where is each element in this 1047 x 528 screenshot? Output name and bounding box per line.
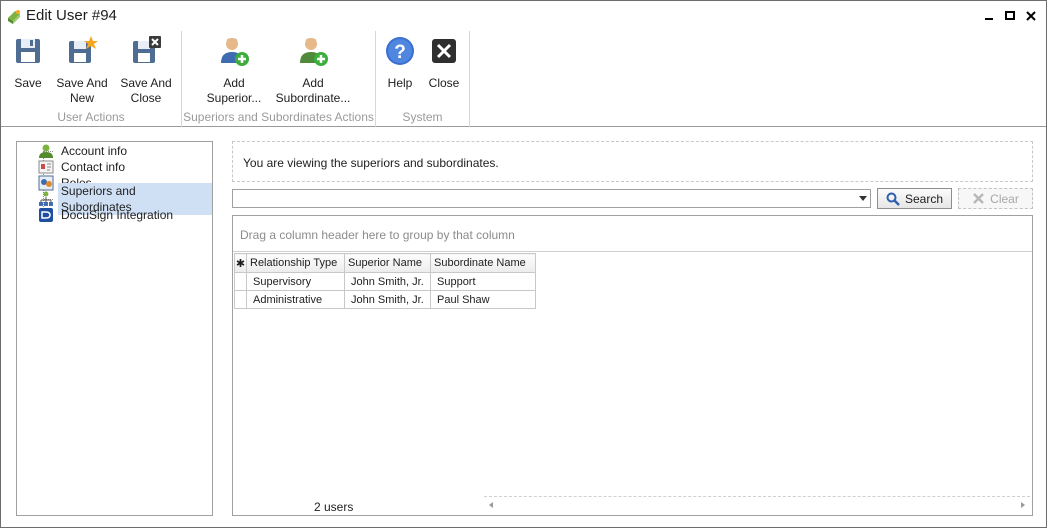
help-icon: ? — [386, 37, 414, 65]
clear-button[interactable]: Clear — [958, 188, 1033, 209]
save-and-new-label: Save And New — [56, 76, 108, 105]
info-panel: You are viewing the superiors and subord… — [232, 141, 1033, 182]
ribbon-toolbar: Save Save And New Save And Close User Ac… — [1, 31, 1046, 127]
cell-subordinate-name[interactable]: Paul Shaw — [430, 290, 536, 309]
help-label: Help — [387, 76, 413, 90]
search-icon — [886, 192, 900, 206]
group-by-hint: Drag a column header here to group by th… — [240, 228, 515, 242]
new-row-indicator-icon[interactable]: ✱ — [234, 253, 247, 273]
cell-relationship-type[interactable]: Supervisory — [246, 272, 345, 291]
info-text: You are viewing the superiors and subord… — [243, 156, 499, 170]
clear-button-label: Clear — [990, 191, 1019, 206]
add-subordinate-icon — [300, 38, 328, 66]
tree-item-account-info[interactable]: Account info — [38, 143, 130, 159]
close-icon — [1026, 11, 1036, 21]
scroll-right-icon[interactable] — [1021, 502, 1025, 508]
maximize-button[interactable] — [1001, 7, 1019, 25]
table-row[interactable]: Administrative John Smith, Jr. Paul Shaw — [234, 290, 536, 309]
maximize-icon — [1005, 11, 1015, 20]
save-and-close-icon — [133, 36, 161, 63]
ribbon-group-user-actions: Save Save And New Save And Close User Ac… — [1, 31, 182, 127]
edit-user-window: Edit User #94 Save Save And New Save And… — [0, 0, 1047, 528]
ribbon-group-superiors-subordinates: Add Superior... Add Subordinate... Super… — [182, 31, 376, 127]
data-table: ✱ Relationship Type Superior Name Subord… — [234, 253, 536, 309]
navigation-tree: Account info Contact info Roles — [16, 141, 213, 516]
close-label: Close — [428, 76, 460, 90]
save-and-new-button[interactable]: Save And New — [55, 35, 109, 106]
add-superior-icon — [221, 38, 249, 66]
tree-item-superiors-and-subordinates[interactable]: Superiors and Subordinates — [38, 183, 212, 215]
tree-item-label: Contact info — [61, 160, 126, 174]
user-icon — [39, 144, 53, 158]
title-bar: Edit User #94 — [1, 1, 1046, 31]
row-indicator[interactable] — [234, 272, 247, 291]
minimize-icon — [985, 18, 993, 20]
docusign-icon — [39, 208, 53, 222]
window-title: Edit User #94 — [26, 7, 117, 24]
scroll-left-icon[interactable] — [489, 502, 493, 508]
add-superior-button[interactable]: Add Superior... — [203, 35, 265, 106]
contact-card-icon — [38, 160, 54, 174]
minimize-button[interactable] — [980, 7, 998, 25]
search-button-label: Search — [904, 191, 944, 206]
tree-item-label: DocuSign Integration — [61, 208, 174, 222]
search-input[interactable] — [232, 189, 871, 208]
close-window-button[interactable] — [1022, 7, 1040, 25]
group-label-superiors-subordinates: Superiors and Subordinates Actions — [183, 110, 374, 124]
cell-subordinate-name[interactable]: Support — [430, 272, 536, 291]
roles-icon — [38, 175, 54, 191]
add-subordinate-button[interactable]: Add Subordinate... — [274, 35, 352, 106]
clear-icon — [973, 193, 985, 204]
table-row[interactable]: Supervisory John Smith, Jr. Support — [234, 272, 536, 291]
cell-relationship-type[interactable]: Administrative — [246, 290, 345, 309]
group-label-user-actions: User Actions — [57, 110, 125, 124]
add-superior-label: Add Superior... — [206, 76, 262, 105]
app-logo-icon — [8, 10, 20, 24]
save-icon — [16, 39, 40, 63]
column-header-relationship-type[interactable]: Relationship Type — [246, 253, 345, 273]
group-by-panel[interactable]: Drag a column header here to group by th… — [233, 216, 1032, 252]
hierarchy-icon — [38, 191, 53, 206]
cell-superior-name[interactable]: John Smith, Jr. — [344, 290, 431, 309]
tree-item-label: Account info — [61, 144, 128, 158]
save-and-close-button[interactable]: Save And Close — [119, 35, 173, 106]
help-button[interactable]: ? Help — [384, 35, 416, 91]
ribbon-group-system: ? Help Close System — [376, 31, 470, 127]
add-subordinate-label: Add Subordinate... — [275, 76, 351, 105]
row-indicator[interactable] — [234, 290, 247, 309]
close-icon — [432, 39, 456, 63]
cell-superior-name[interactable]: John Smith, Jr. — [344, 272, 431, 291]
close-button[interactable]: Close — [426, 35, 462, 91]
save-button[interactable]: Save — [7, 35, 49, 91]
chevron-down-icon[interactable] — [859, 196, 867, 201]
tree-item-contact-info[interactable]: Contact info — [38, 159, 128, 175]
search-button[interactable]: Search — [877, 188, 952, 209]
save-and-close-label: Save And Close — [120, 76, 172, 105]
record-count: 2 users — [314, 500, 354, 514]
horizontal-scrollbar[interactable] — [484, 496, 1030, 513]
svg-text:?: ? — [394, 42, 406, 63]
column-header-subordinate-name[interactable]: Subordinate Name — [430, 253, 536, 273]
column-header-superior-name[interactable]: Superior Name — [344, 253, 431, 273]
relationships-grid: Drag a column header here to group by th… — [232, 215, 1033, 516]
save-label: Save — [14, 76, 42, 90]
group-label-system: System — [402, 110, 443, 124]
save-and-new-icon — [69, 36, 98, 63]
tree-item-docusign-integration[interactable]: DocuSign Integration — [38, 207, 176, 223]
